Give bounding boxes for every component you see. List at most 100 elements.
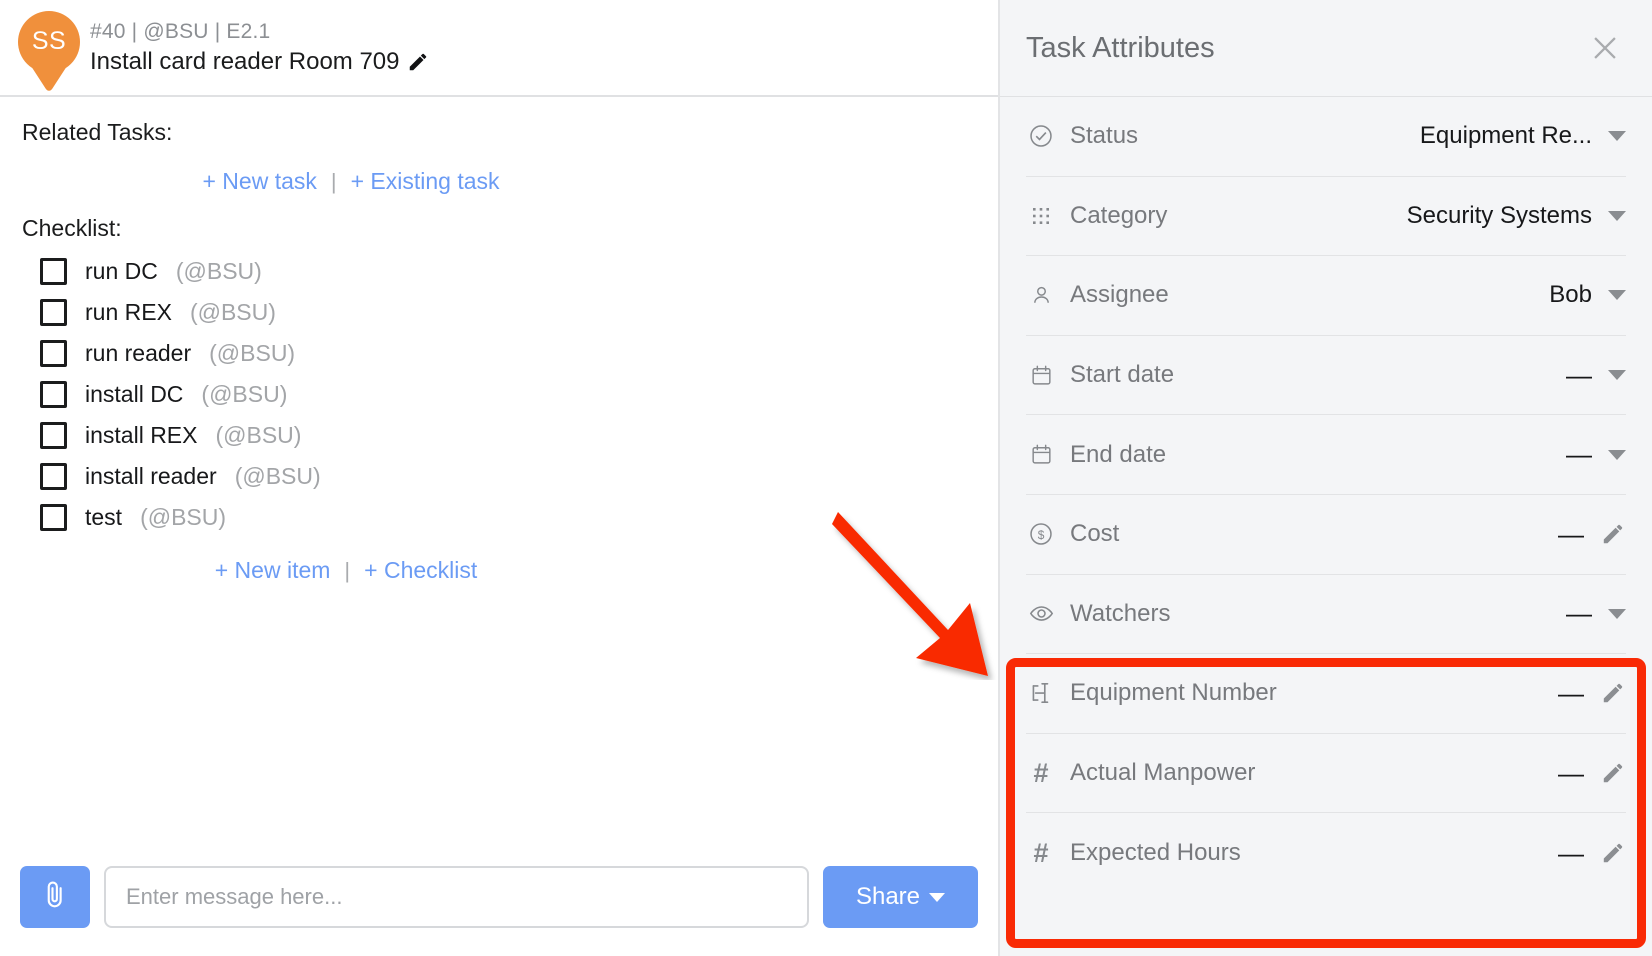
checklist-item[interactable]: install DC (@BSU): [22, 381, 970, 408]
task-header: SS #40 | @BSU | E2.1 Install card reader…: [0, 0, 998, 97]
panel-title: Task Attributes: [1026, 32, 1215, 65]
chevron-down-icon[interactable]: [1608, 370, 1626, 380]
edit-title-pencil-icon[interactable]: [407, 51, 429, 73]
checklist-checkbox[interactable]: [40, 463, 67, 490]
checklist-item-label: run DC: [85, 258, 158, 285]
attribute-row-start-date[interactable]: Start date —: [1026, 336, 1626, 416]
attach-file-button[interactable]: [20, 866, 90, 928]
new-item-link[interactable]: + New item: [215, 557, 331, 584]
checklist-checkbox[interactable]: [40, 258, 67, 285]
attribute-label: End date: [1070, 441, 1566, 469]
checklist-checkbox[interactable]: [40, 340, 67, 367]
close-icon[interactable]: [1588, 31, 1622, 65]
checklist-checkbox[interactable]: [40, 299, 67, 326]
chevron-down-icon[interactable]: [1608, 609, 1626, 619]
attribute-label: Watchers: [1070, 600, 1566, 628]
attribute-label: Cost: [1070, 520, 1558, 548]
checklist-item[interactable]: test (@BSU): [22, 504, 970, 531]
checklist-item[interactable]: install reader (@BSU): [22, 463, 970, 490]
checklist-checkbox[interactable]: [40, 504, 67, 531]
calendar-icon: [1026, 360, 1056, 390]
attribute-label: Expected Hours: [1070, 839, 1558, 867]
task-meta: #40 | @BSU | E2.1: [90, 20, 429, 44]
checklist-item[interactable]: run DC (@BSU): [22, 258, 970, 285]
grid-dots-icon: [1026, 201, 1056, 231]
attribute-label: Start date: [1070, 361, 1566, 389]
person-icon: [1026, 280, 1056, 310]
checklist-item-owner: (@BSU): [235, 463, 321, 490]
attribute-value: —: [1566, 360, 1592, 391]
attribute-row-watchers[interactable]: Watchers —: [1026, 575, 1626, 655]
attribute-row-end-date[interactable]: End date —: [1026, 415, 1626, 495]
new-checklist-link[interactable]: + Checklist: [364, 557, 477, 584]
task-attributes-list: Status Equipment Re... Category Se: [1000, 97, 1652, 956]
related-tasks-label: Related Tasks:: [22, 119, 970, 146]
share-button-label: Share: [856, 883, 920, 911]
attribute-label: Equipment Number: [1070, 679, 1558, 707]
eye-icon: [1026, 599, 1056, 629]
checklist-label: Checklist:: [22, 215, 970, 242]
checklist-item-owner: (@BSU): [140, 504, 226, 531]
attribute-row-equipment-number[interactable]: Equipment Number —: [1026, 654, 1626, 734]
attribute-value: —: [1566, 598, 1592, 629]
attribute-value: —: [1558, 678, 1584, 709]
calendar-icon: [1026, 440, 1056, 470]
attribute-value: —: [1558, 519, 1584, 550]
task-attributes-panel: Task Attributes Status Equipment Re...: [1000, 0, 1652, 956]
share-button[interactable]: Share: [823, 866, 978, 928]
checklist-item-owner: (@BSU): [215, 422, 301, 449]
attribute-label: Assignee: [1070, 281, 1549, 309]
attribute-row-category[interactable]: Category Security Systems: [1026, 177, 1626, 257]
edit-pencil-icon[interactable]: [1600, 760, 1626, 786]
message-composer: Share: [0, 866, 998, 956]
checklist-item-label: test: [85, 504, 122, 531]
task-detail-screen: SS #40 | @BSU | E2.1 Install card reader…: [0, 0, 1652, 956]
chevron-down-icon[interactable]: [1608, 131, 1626, 141]
paperclip-icon: [40, 880, 70, 915]
task-attributes-header: Task Attributes: [1000, 0, 1652, 97]
attribute-label: Status: [1070, 122, 1420, 150]
checklist-item-label: install DC: [85, 381, 183, 408]
checklist-item-owner: (@BSU): [190, 299, 276, 326]
attribute-value: —: [1558, 758, 1584, 789]
checklist-item[interactable]: run reader (@BSU): [22, 340, 970, 367]
checklist-item-owner: (@BSU): [201, 381, 287, 408]
checklist-item-owner: (@BSU): [209, 340, 295, 367]
chevron-down-icon[interactable]: [1608, 450, 1626, 460]
edit-pencil-icon[interactable]: [1600, 680, 1626, 706]
chevron-down-icon[interactable]: [1608, 290, 1626, 300]
checklist-actions: + New item | + Checklist: [22, 557, 970, 584]
task-title-row: Install card reader Room 709: [90, 48, 429, 76]
avatar: SS: [18, 9, 80, 87]
attribute-value: Bob: [1549, 281, 1592, 309]
existing-task-link[interactable]: + Existing task: [351, 168, 500, 195]
page-title: Install card reader Room 709: [90, 48, 400, 76]
dimension-icon: [1026, 678, 1056, 708]
chevron-down-icon[interactable]: [1608, 211, 1626, 221]
dollar-circle-icon: $: [1026, 519, 1056, 549]
attribute-value: Equipment Re...: [1420, 122, 1592, 150]
checklist-checkbox[interactable]: [40, 422, 67, 449]
new-task-link[interactable]: + New task: [202, 168, 316, 195]
svg-text:$: $: [1038, 528, 1045, 542]
checklist-item[interactable]: run REX (@BSU): [22, 299, 970, 326]
related-tasks-actions: + New task | + Existing task: [22, 168, 970, 195]
edit-pencil-icon[interactable]: [1600, 521, 1626, 547]
attribute-row-assignee[interactable]: Assignee Bob: [1026, 256, 1626, 336]
attribute-label: Actual Manpower: [1070, 759, 1558, 787]
hash-icon: #: [1026, 758, 1056, 788]
attribute-row-expected-hours[interactable]: # Expected Hours —: [1026, 813, 1626, 893]
attribute-value: —: [1566, 439, 1592, 470]
task-detail-pane: SS #40 | @BSU | E2.1 Install card reader…: [0, 0, 1000, 956]
checklist-item[interactable]: install REX (@BSU): [22, 422, 970, 449]
check-circle-icon: [1026, 121, 1056, 151]
attribute-row-cost[interactable]: $ Cost —: [1026, 495, 1626, 575]
checklist-item-owner: (@BSU): [176, 258, 262, 285]
avatar-initials: SS: [18, 11, 80, 73]
attribute-row-actual-manpower[interactable]: # Actual Manpower —: [1026, 734, 1626, 814]
attribute-row-status[interactable]: Status Equipment Re...: [1026, 97, 1626, 177]
checklist-checkbox[interactable]: [40, 381, 67, 408]
checklist-item-label: run REX: [85, 299, 172, 326]
edit-pencil-icon[interactable]: [1600, 840, 1626, 866]
message-input[interactable]: [104, 866, 809, 928]
